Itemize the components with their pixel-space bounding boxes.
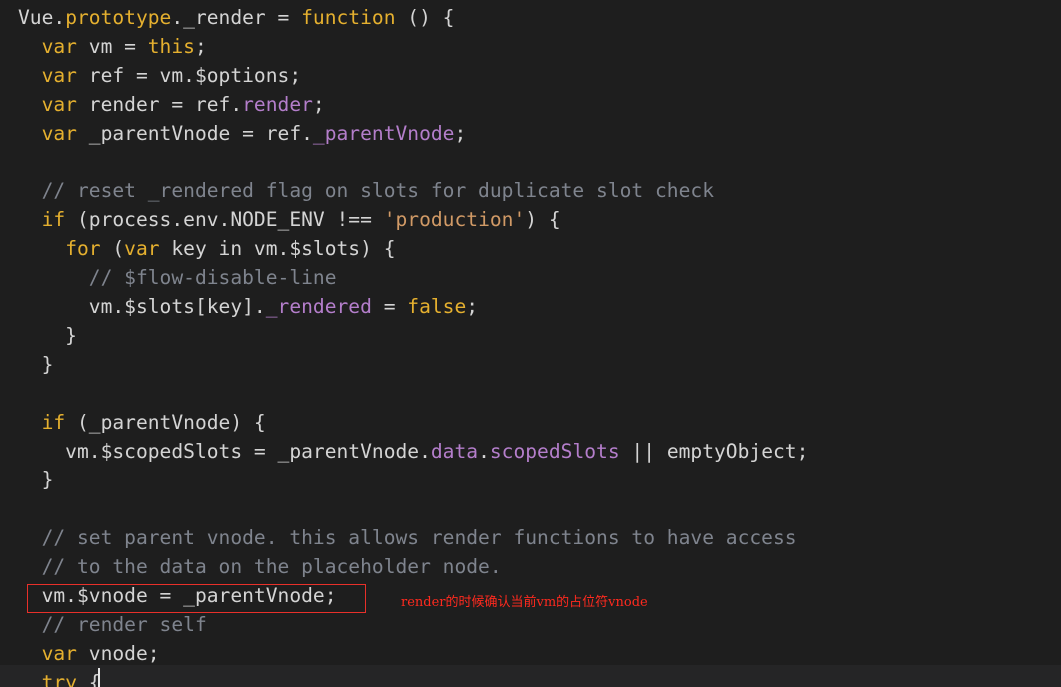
code-token-keyword: var [124, 237, 160, 261]
code-line[interactable]: vm.$slots[key]._rendered = false; [18, 292, 478, 321]
code-token-plain: render = ref. [76, 92, 243, 116]
code-token-plain: (process.env.NODE_ENV !== [65, 208, 384, 232]
highlight-box [27, 584, 366, 613]
code-token-member: render [242, 92, 313, 116]
text-caret [98, 668, 100, 687]
code-line[interactable]: if (_parentVnode) { [18, 408, 266, 437]
code-token-plain: (_parentVnode) { [65, 410, 266, 434]
code-line[interactable]: for (var key in vm.$slots) { [18, 234, 396, 263]
code-token-plain: () { [395, 6, 455, 29]
code-token-plain: || emptyObject; [619, 439, 809, 463]
code-token-string: 'production' [383, 208, 526, 232]
annotation-note: render的时候确认当前vm的占位符vnode [401, 595, 648, 610]
code-token-keyword: var [41, 63, 77, 87]
code-token-plain: ref = vm.$options; [76, 63, 302, 87]
code-token-keyword: var [41, 34, 77, 58]
code-token-plain: } [18, 468, 54, 492]
code-token-keyword: prototype [65, 6, 172, 29]
code-line[interactable]: vm.$scopedSlots = _parentVnode.data.scop… [18, 437, 808, 466]
code-token-plain: = [371, 295, 408, 318]
code-line[interactable]: } [18, 350, 54, 379]
code-token-member: scopedSlots [489, 439, 620, 463]
code-line[interactable]: if (process.env.NODE_ENV !== 'production… [18, 205, 561, 234]
code-line[interactable]: var vnode; [18, 639, 160, 668]
code-token-plain: vm.$scopedSlots = _parentVnode. [18, 439, 431, 463]
code-line[interactable]: // reset _rendered flag on slots for dup… [18, 176, 714, 205]
code-line[interactable]: var _parentVnode = ref._parentVnode; [18, 119, 467, 148]
code-token-keyword: var [41, 641, 77, 665]
code-token-plain: ; [312, 92, 325, 116]
code-token-plain: _parentVnode = ref. [76, 121, 313, 145]
code-line[interactable]: var render = ref.render; [18, 90, 325, 119]
code-token-keyword: this [147, 34, 195, 58]
code-token-plain: ; [454, 121, 467, 145]
code-token-plain: key in vm.$slots) { [159, 237, 396, 261]
code-line[interactable]: // set parent vnode. this allows render … [18, 523, 797, 552]
code-token-keyword: if [41, 208, 66, 232]
code-token-keyword: var [41, 92, 77, 116]
code-token-plain: ) { [525, 208, 561, 232]
code-token-comment: // set parent vnode. this allows render … [41, 526, 797, 550]
code-token-keyword: var [41, 121, 77, 145]
code-token-comment: // to the data on the placeholder node. [41, 555, 502, 579]
code-token-comment: // $flow-disable-line [88, 266, 337, 290]
code-line[interactable]: // render self [18, 610, 207, 639]
code-line[interactable]: Vue.prototype._render = function () { [18, 3, 454, 32]
code-token-member: data [430, 439, 479, 463]
code-token-keyword: for [65, 237, 101, 261]
code-token-plain: vm.$slots[key]. [18, 295, 266, 318]
code-token-plain: vnode; [76, 641, 160, 665]
code-editor[interactable]: Vue.prototype._render = function () { va… [0, 0, 1061, 687]
code-line[interactable]: var ref = vm.$options; [18, 61, 302, 90]
code-token-plain: Vue. [18, 6, 66, 29]
code-line[interactable]: } [18, 465, 54, 494]
code-token-comment: // render self [41, 612, 207, 636]
code-token-plain: } [18, 352, 54, 376]
code-line[interactable]: var vm = this; [18, 32, 207, 61]
code-token-plain: . [478, 439, 490, 463]
code-token-keyword: if [41, 410, 66, 434]
code-token-member: _rendered [265, 295, 372, 318]
code-token-plain: ; [466, 295, 479, 318]
code-token-plain: ; [194, 34, 207, 58]
code-token-member: _parentVnode [312, 121, 455, 145]
current-line-highlight [0, 665, 1061, 687]
code-token-plain: ._render = [171, 6, 302, 29]
code-line[interactable]: // to the data on the placeholder node. [18, 552, 502, 581]
code-token-comment: // reset _rendered flag on slots for dup… [41, 179, 714, 203]
code-token-bool: false [407, 295, 467, 318]
code-line[interactable]: try { [18, 668, 101, 687]
code-line[interactable]: } [18, 321, 77, 350]
code-token-plain: ( [100, 237, 125, 261]
code-token-plain: } [18, 323, 77, 347]
code-token-keyword: function [301, 6, 396, 29]
code-token-plain: vm = [76, 34, 148, 58]
code-line[interactable]: // $flow-disable-line [18, 263, 337, 292]
code-token-keyword: try [41, 670, 77, 687]
